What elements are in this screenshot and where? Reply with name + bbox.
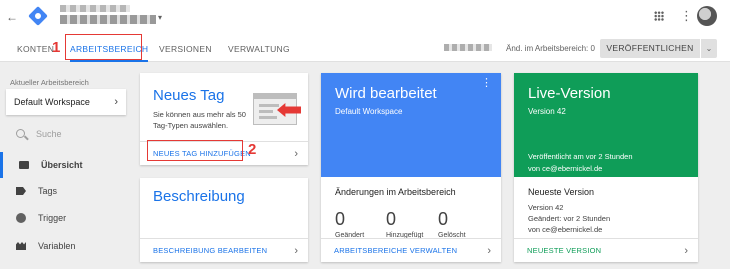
tab-verwaltung[interactable]: VERWALTUNG [228,36,290,62]
chevron-right-icon[interactable]: › [487,239,491,263]
variables-icon [16,242,26,250]
annotation-number-1: 1 [52,39,61,56]
latest-version-changed-by: von ce@ebernickel.de [528,225,603,234]
live-version-subtitle: Version 42 [528,107,566,116]
description-footer[interactable]: BESCHREIBUNG BEARBEITEN › [140,238,308,262]
description-title: Beschreibung [153,188,245,205]
latest-version-number: Version 42 [528,203,564,212]
annotation-number-2: 2 [248,141,257,158]
stat-changed-value: 0 [335,209,346,229]
workspace-selector[interactable]: Default Workspace › [6,89,126,115]
tab-konten[interactable]: KONTEN [17,36,54,62]
live-published-by: von ce@ebernickel.de [528,164,603,173]
annotation-box-1 [65,34,142,60]
account-name-redacted [60,5,130,12]
new-tag-description: Sie können aus mehr als 50 Tag-Typen aus… [153,110,246,130]
more-vert-icon[interactable]: ⋮ [680,9,693,23]
workspace-card-subtitle: Default Workspace [335,107,403,116]
latest-version-title: Neueste Version [528,187,595,197]
sidebar-item-label: Variablen [38,241,76,251]
sidebar-item-label: Tags [38,186,58,196]
workspace-status-redacted [444,44,492,51]
overview-icon [19,161,29,169]
live-version-card: Live-Version Version 42 Veröffentlicht a… [514,73,698,262]
chevron-right-icon[interactable]: › [294,239,298,263]
sidebar-search[interactable]: Suche [6,124,126,148]
search-input[interactable]: Suche [36,129,62,139]
edit-description-link[interactable]: BESCHREIBUNG BEARBEITEN [153,239,267,263]
description-card: Beschreibung BESCHREIBUNG BEARBEITEN › [140,178,308,262]
live-version-title: Live-Version [528,85,611,102]
publish-dropdown-icon[interactable]: ⌄ [701,39,717,58]
chevron-right-icon[interactable]: › [684,239,688,263]
sidebar-item-label: Übersicht [41,160,83,170]
sidebar-item-tags[interactable]: Tags [0,178,126,204]
stat-deleted-value: 0 [438,209,449,229]
stat-added-value: 0 [386,209,397,229]
workspace-changes-title: Änderungen im Arbeitsbereich [335,187,456,197]
apps-grid-icon[interactable] [654,11,664,21]
sidebar-item-label: Trigger [38,213,67,223]
sidebar-item-variables[interactable]: Variablen [0,233,126,259]
tag-icon [16,187,26,195]
annotation-box-2 [147,140,243,161]
trigger-icon [16,213,26,223]
workspace-card-footer[interactable]: ARBEITSBEREICHE VERWALTEN › [321,238,501,262]
manage-workspaces-link[interactable]: ARBEITSBEREICHE VERWALTEN [334,239,457,263]
live-published-text: Veröffentlicht am vor 2 Stunden [528,152,633,161]
sidebar-item-trigger[interactable]: Trigger [0,205,126,231]
workspace-changes-count: Änd. im Arbeitsbereich: 0 [506,44,595,53]
chevron-right-icon: › [114,96,118,108]
gtm-logo-icon[interactable] [28,6,48,26]
live-version-footer[interactable]: NEUESTE VERSION › [514,238,698,262]
search-icon [16,129,25,138]
workspace-selector-value: Default Workspace [14,97,90,107]
tab-versionen[interactable]: VERSIONEN [159,36,212,62]
current-workspace-label: Aktueller Arbeitsbereich [10,78,89,87]
account-dropdown-icon[interactable]: ▾ [158,13,162,22]
latest-version-link[interactable]: NEUESTE VERSION [527,239,601,263]
latest-version-changed: Geändert: vor 2 Stunden [528,214,611,223]
top-app-bar: ← ▾ ⋮ [0,0,730,36]
arrow-back-icon[interactable]: ← [6,10,18,24]
chevron-right-icon[interactable]: › [294,142,298,166]
workspace-card-title: Wird bearbeitet [335,85,437,102]
container-name-redacted[interactable] [60,15,156,24]
workspace-card: Wird bearbeitet Default Workspace ⋮ Ände… [321,73,501,262]
publish-button[interactable]: VERÖFFENTLICHEN [600,39,700,58]
main-tab-bar: KONTEN ARBEITSBEREICH VERSIONEN VERWALTU… [0,34,730,62]
avatar[interactable] [697,6,717,26]
new-tag-title: Neues Tag [153,87,225,104]
sidebar-item-overview[interactable]: Übersicht [0,152,126,178]
more-vert-icon[interactable]: ⋮ [481,78,492,89]
